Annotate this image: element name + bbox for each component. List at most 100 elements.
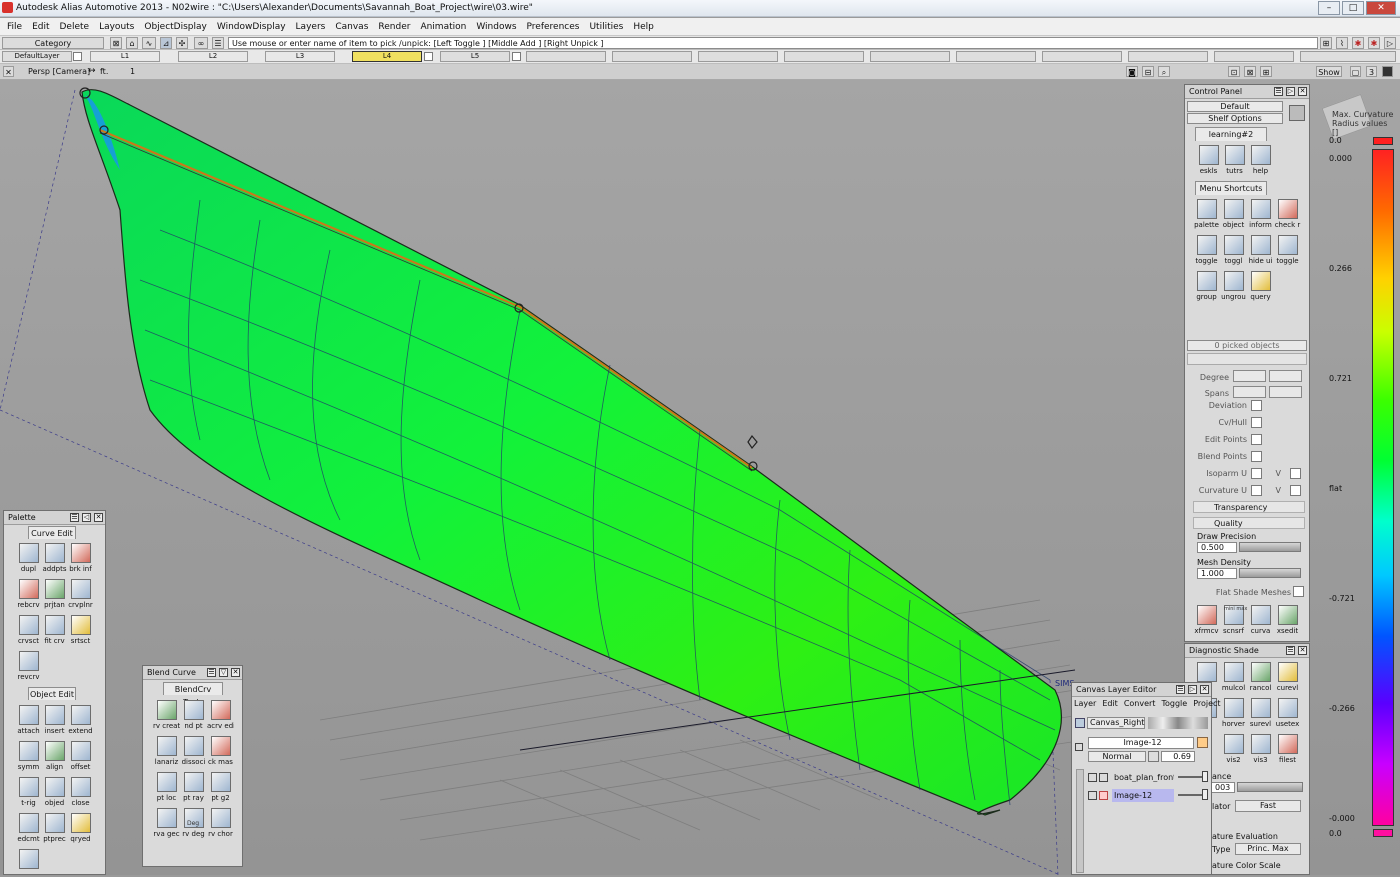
tool-vis2[interactable]: vis2	[1220, 734, 1247, 764]
snap-grid-icon[interactable]: ⊞	[1320, 37, 1332, 49]
tool-ptprec[interactable]: ptprec	[41, 813, 68, 843]
tool-rebcrv[interactable]: rebcrv	[15, 579, 42, 609]
layer-slot-empty[interactable]	[870, 51, 950, 62]
tool-vis3[interactable]: vis3	[1247, 734, 1274, 764]
pick-object-icon[interactable]: ⊿	[160, 37, 172, 49]
curvature-v-checkbox[interactable]	[1290, 485, 1301, 496]
canvas-menu-convert[interactable]: Convert	[1124, 699, 1156, 711]
layer-default-checkbox[interactable]	[73, 52, 82, 61]
draw-precision-slider[interactable]	[1239, 542, 1301, 552]
curvature-u-checkbox[interactable]	[1251, 485, 1262, 496]
layer-slot-empty[interactable]	[784, 51, 864, 62]
tool-objed[interactable]: objed	[41, 777, 68, 807]
tool-tutrs[interactable]: tutrs	[1221, 145, 1248, 175]
tool-ungroup[interactable]: ungrou	[1220, 271, 1247, 301]
tool-dupl[interactable]: dupl	[15, 543, 42, 573]
tool-prjtan[interactable]: prjtan	[41, 579, 68, 609]
close-icon[interactable]: ✕	[231, 668, 240, 677]
camera-icon[interactable]: ◙	[1126, 66, 1138, 77]
tool-xfrmcv[interactable]: xfrmcv	[1193, 605, 1220, 635]
tool-xsedit[interactable]: xsedit	[1274, 605, 1301, 635]
canvas-menu-project[interactable]: Project	[1193, 699, 1220, 711]
tool-offset[interactable]: offset	[67, 741, 94, 771]
collapse-icon[interactable]: ▷	[1188, 685, 1197, 694]
layer-lock-checkbox[interactable]	[1099, 773, 1108, 782]
layer-l2[interactable]: L2	[178, 51, 248, 62]
canvas-dropdown[interactable]: Canvas_Right	[1087, 717, 1145, 729]
tool-rvagec[interactable]: rva gec	[153, 808, 180, 838]
tool-edcmt[interactable]: edcmt	[15, 813, 42, 843]
menu-canvas[interactable]: Canvas	[330, 18, 373, 35]
menu-file[interactable]: File	[2, 18, 27, 35]
tool-fitcrv[interactable]: fit crv	[41, 615, 68, 645]
menu-preferences[interactable]: Preferences	[522, 18, 585, 35]
tool-dissoci[interactable]: dissoci	[180, 736, 207, 766]
tool-surevl[interactable]: surevl	[1247, 698, 1274, 728]
picked-objects-dropdown[interactable]: 0 picked objects	[1187, 340, 1307, 351]
deviation-checkbox[interactable]	[1251, 400, 1262, 411]
tool-inform[interactable]: inform	[1247, 199, 1274, 229]
snap-curve-icon[interactable]: ⌇	[1336, 37, 1348, 49]
degree-v-field[interactable]	[1269, 370, 1302, 382]
close-icon[interactable]: ✕	[1298, 646, 1307, 655]
prompt-field[interactable]: Use mouse or enter name of item to pick …	[228, 37, 1318, 49]
blend-mode-dropdown[interactable]: Normal	[1088, 751, 1146, 762]
close-icon[interactable]: ✕	[94, 513, 103, 522]
close-icon[interactable]: ✕	[1200, 685, 1209, 694]
pick-component-icon[interactable]: ⌂	[126, 37, 138, 49]
tool-ckmas[interactable]: ck mas	[207, 736, 234, 766]
tool-ptg2[interactable]: pt g2	[207, 772, 234, 802]
isoparm-v-checkbox[interactable]	[1290, 468, 1301, 479]
menu-icon[interactable]: ☰	[1176, 685, 1185, 694]
layer-visible-checkbox[interactable]	[1088, 791, 1097, 800]
layer-slot-empty[interactable]	[526, 51, 606, 62]
track-icon[interactable]: ⊟	[1142, 66, 1154, 77]
spans-u-field[interactable]	[1233, 386, 1266, 398]
menu-layers[interactable]: Layers	[291, 18, 331, 35]
frame-icon[interactable]: ⊡	[1228, 66, 1240, 77]
layer-l3[interactable]: L3	[265, 51, 335, 62]
canvas-layer-item[interactable]: boat_plan_front_	[1114, 773, 1174, 782]
blend-points-checkbox[interactable]	[1251, 451, 1262, 462]
canvas-layer-item-selected[interactable]: Image-12	[1112, 789, 1174, 802]
tool-attach[interactable]: attach	[15, 705, 42, 735]
tool-close[interactable]: close	[67, 777, 94, 807]
tool-srtsct[interactable]: srtsct	[67, 615, 94, 645]
menu-icon[interactable]: ☰	[70, 513, 79, 522]
tab-learning[interactable]: learning#2	[1195, 127, 1267, 141]
fit-icon[interactable]: ⊠	[1244, 66, 1256, 77]
image-name-field[interactable]: Image-12	[1088, 737, 1194, 749]
layer-l5-checkbox[interactable]	[512, 52, 521, 61]
menu-objectdisplay[interactable]: ObjectDisplay	[139, 18, 212, 35]
tool-revcrv[interactable]: revcrv	[15, 651, 42, 681]
menu-layouts[interactable]: Layouts	[94, 18, 139, 35]
menu-edit[interactable]: Edit	[27, 18, 54, 35]
tool-rvcreate[interactable]: rv create	[153, 700, 180, 730]
tolerance-slider[interactable]	[1237, 782, 1303, 792]
layout-icon[interactable]: ▢	[1350, 66, 1361, 77]
menu-icon[interactable]: ☰	[1286, 646, 1295, 655]
close-button[interactable]: ✕	[1366, 1, 1396, 15]
collapse-icon[interactable]: ▽	[219, 668, 228, 677]
layer-slot-empty[interactable]	[1128, 51, 1208, 62]
tool-eskls[interactable]: eskls	[1195, 145, 1222, 175]
tool-check[interactable]: check r	[1274, 199, 1301, 229]
menu-icon[interactable]: ☰	[1274, 87, 1283, 96]
tool-hideui[interactable]: hide ui	[1247, 235, 1274, 265]
tool-object[interactable]: object	[1220, 199, 1247, 229]
layer-opacity-slider[interactable]	[1178, 776, 1202, 778]
tool-symm[interactable]: symm	[15, 741, 42, 771]
menu-icon[interactable]: ☰	[207, 668, 216, 677]
flat-shade-checkbox[interactable]	[1293, 586, 1304, 597]
layer-scrollbar[interactable]	[1076, 769, 1084, 873]
layer-l4-active[interactable]: L4	[352, 51, 422, 62]
tool-insert[interactable]: insert	[41, 705, 68, 735]
tool-horver[interactable]: horver	[1220, 698, 1247, 728]
brush-icons[interactable]	[1148, 717, 1208, 729]
view-number[interactable]: 3	[1366, 66, 1377, 77]
mesh-density-field[interactable]: 1.000	[1197, 568, 1237, 579]
layer-default[interactable]: DefaultLayer	[2, 51, 72, 62]
category-button[interactable]: Category	[2, 37, 104, 49]
tool-crvplnr[interactable]: crvplnr	[67, 579, 94, 609]
layer-slider-handle[interactable]	[1202, 789, 1208, 800]
